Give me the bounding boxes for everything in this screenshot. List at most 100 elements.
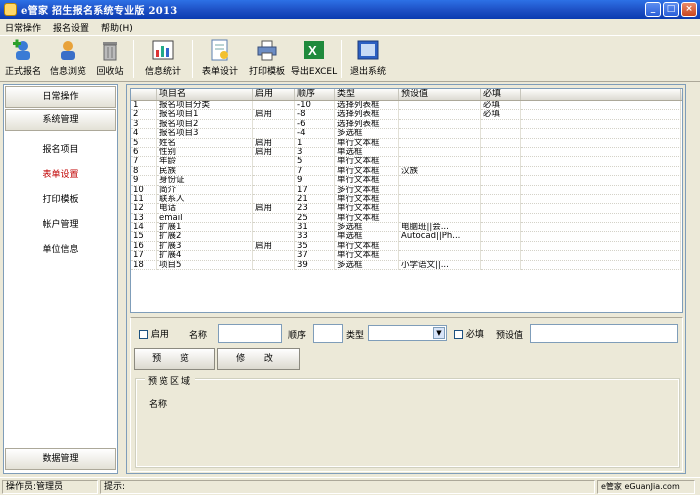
table-cell [481,204,521,214]
sidebar: 日常操作 系统管理 报名项目 表单设置 打印模板 帐户管理 单位信息 数据管理 [3,84,118,474]
table-cell [521,241,681,252]
type-select[interactable]: ▼ [368,325,447,341]
table-cell: 5 [131,138,157,148]
order-input[interactable] [313,324,343,343]
table-cell: 报名项目分类 [157,101,253,111]
menu-daily[interactable]: 日常操作 [5,21,41,34]
export-excel-button[interactable]: X 导出EXCEL [290,36,338,80]
sidebar-item-projects[interactable]: 报名项目 [4,138,117,163]
menu-settings[interactable]: 报名设置 [53,21,89,34]
table-cell: 启用 [253,241,295,252]
header-order[interactable]: 顺序 [295,89,335,100]
header-filler [521,89,681,100]
maximize-button[interactable]: □ [663,2,679,17]
header-name[interactable]: 项目名 [157,89,253,100]
table-row[interactable]: 13 email 25 单行文本框 [131,213,682,224]
table-row[interactable]: 14 扩展1 31 多选框 电脑班||会... [131,223,682,233]
table-row[interactable]: 9 身份证 9 单行文本框 [131,176,682,186]
table-cell: 7 [295,166,335,177]
excel-icon: X [303,39,325,61]
table-cell: 单行文本框 [335,241,399,252]
table-cell [399,110,481,120]
table-cell [481,232,521,242]
header-required[interactable]: 必填 [481,89,521,100]
svg-text:X: X [308,43,317,58]
table-row[interactable]: 16 扩展3 启用 35 单行文本框 [131,241,682,252]
table-row[interactable]: 18 项目5 39 多选框 小学语文||... [131,260,682,271]
table-cell: email [157,213,253,224]
name-label: 名称 [189,331,208,341]
table-row[interactable]: 17 扩展4 37 单行文本框 [131,251,682,261]
table-row[interactable]: 5 姓名 启用 1 单行文本框 [131,138,682,148]
close-button[interactable]: × [681,2,697,17]
sidebar-group-daily[interactable]: 日常操作 [5,86,116,108]
table-row[interactable]: 15 扩展2 33 单选框 Autocad||Ph... [131,232,682,242]
table-cell [253,223,295,233]
printer-icon [256,39,278,61]
default-input[interactable] [530,324,678,343]
table-row[interactable]: 1 报名项目分类 -10 选择列表框 必填 [131,101,682,111]
table-row[interactable]: 12 电话 启用 23 单行文本框 [131,204,682,214]
table-cell: 7 [131,157,157,167]
table-cell: 17 [131,251,157,261]
table-cell [253,176,295,186]
type-label: 类型 [346,331,365,341]
header-type[interactable]: 类型 [335,89,399,100]
sidebar-group-data[interactable]: 数据管理 [5,448,116,470]
chart-icon [152,39,174,61]
modify-button[interactable]: 修 改 [217,348,300,370]
sidebar-item-accounts[interactable]: 帐户管理 [4,213,117,238]
table-cell: 9 [131,176,157,186]
table-cell [521,101,681,111]
statistics-button[interactable]: 信息统计 [137,36,189,80]
sidebar-item-form-settings[interactable]: 表单设置 [4,163,117,188]
sidebar-group-system[interactable]: 系统管理 [5,109,116,131]
table-cell [399,138,481,148]
table-header: 项目名 启用 顺序 类型 预设值 必填 [131,89,682,101]
form-design-button[interactable]: 表单设计 [196,36,244,80]
table-row[interactable]: 7 年龄 5 单行文本框 [131,157,682,167]
table-cell [481,147,521,158]
table-cell: 汉族 [399,166,481,177]
table-cell [253,119,295,130]
recycle-bin-button[interactable]: 回收站 [90,36,130,80]
menu-help[interactable]: 帮助(H) [101,21,133,34]
sidebar-item-print-templates[interactable]: 打印模板 [4,188,117,213]
enable-checkbox-wrap[interactable]: 启用 [139,327,169,340]
browse-button[interactable]: 信息浏览 [46,36,90,80]
required-checkbox[interactable] [454,330,463,339]
table-row[interactable]: 10 简介 17 多行文本框 [131,185,682,195]
table-cell [481,157,521,167]
header-enabled[interactable]: 启用 [253,89,295,100]
table-cell: 25 [295,213,335,224]
chevron-down-icon[interactable]: ▼ [433,327,445,339]
header-default[interactable]: 预设值 [399,89,481,100]
minimize-button[interactable]: _ [645,2,661,17]
print-template-button[interactable]: 打印模板 [244,36,290,80]
header-index[interactable] [131,89,157,100]
table-cell [521,129,681,139]
table-cell: -6 [295,119,335,130]
table-cell: 23 [295,204,335,214]
table-cell [481,251,521,261]
table-row[interactable]: 8 民族 7 单行文本框 汉族 [131,166,682,177]
sidebar-item-unit-info[interactable]: 单位信息 [4,238,117,263]
table-cell [253,185,295,195]
required-checkbox-wrap[interactable]: 必填 [454,327,484,340]
table-row[interactable]: 3 报名项目2 -6 选择列表框 [131,119,682,130]
table-row[interactable]: 2 报名项目1 启用 -8 选择列表框 必填 [131,110,682,120]
table-cell [521,213,681,224]
register-button[interactable]: 正式报名 [0,36,46,80]
fields-table[interactable]: 项目名 启用 顺序 类型 预设值 必填 1 报名项目分类 -10 选择列表框 必填 2 报名… [130,88,683,313]
table-cell: 3 [295,147,335,158]
table-row[interactable]: 4 报名项目3 -4 多选框 [131,129,682,139]
table-row[interactable]: 6 性别 启用 3 单选框 [131,147,682,158]
exit-button[interactable]: 退出系统 [345,36,391,80]
table-row[interactable]: 11 联系人 21 单行文本框 [131,194,682,205]
name-input[interactable] [218,324,282,343]
enable-checkbox[interactable] [139,330,148,339]
table-cell: 报名项目3 [157,129,253,139]
preview-button[interactable]: 预 览 [134,348,215,370]
table-cell: 8 [131,166,157,177]
table-cell: 17 [295,185,335,195]
